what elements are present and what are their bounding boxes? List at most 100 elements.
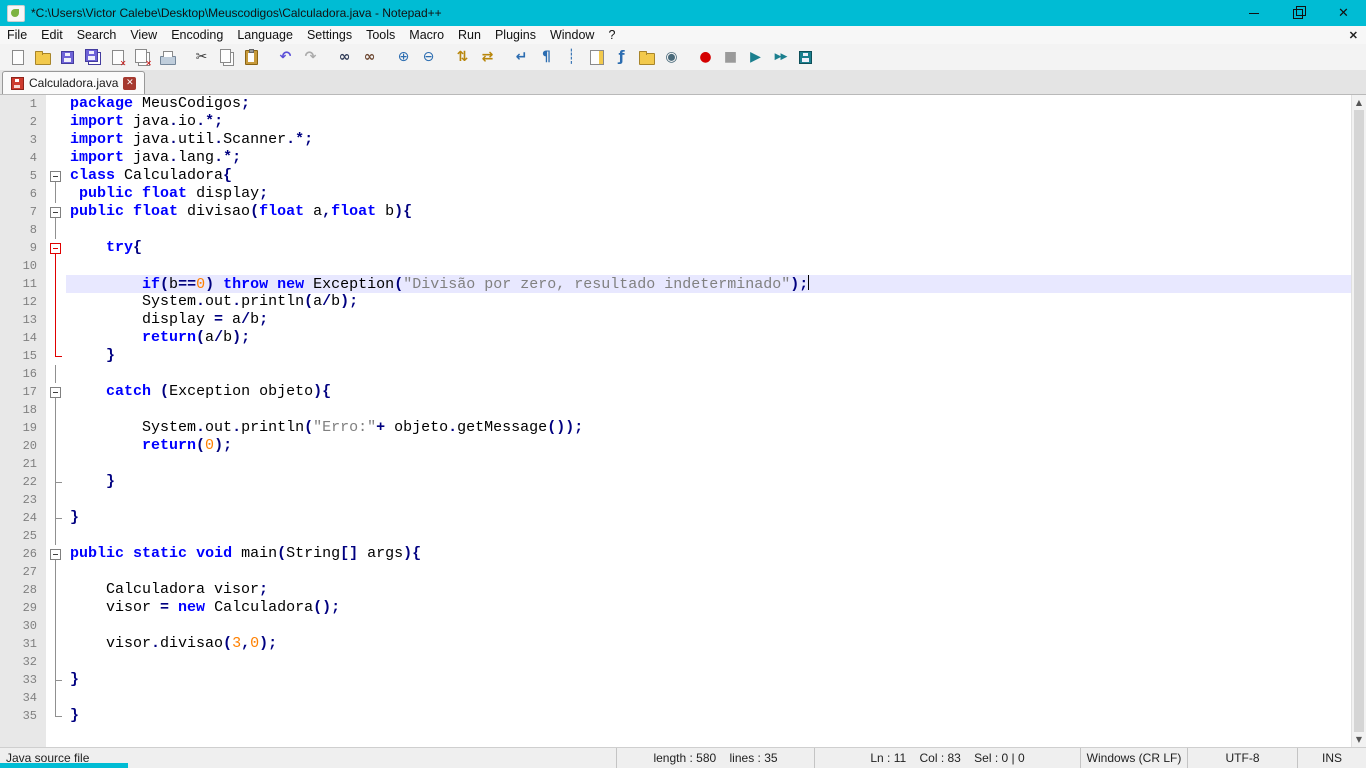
line-number[interactable]: 3 <box>0 131 46 149</box>
vertical-scrollbar[interactable]: ▲ ▼ <box>1351 95 1366 747</box>
line-number[interactable]: 25 <box>0 527 46 545</box>
line-number[interactable]: 9 <box>0 239 46 257</box>
code-text[interactable]: } <box>66 347 1366 365</box>
fold-toggle-icon[interactable] <box>46 383 66 401</box>
folder-as-workspace-icon[interactable] <box>635 46 658 68</box>
line-number[interactable]: 29 <box>0 599 46 617</box>
cut-icon[interactable]: ✂ <box>190 46 213 68</box>
code-text[interactable] <box>66 527 1366 545</box>
paste-icon[interactable] <box>240 46 263 68</box>
line-number[interactable]: 2 <box>0 113 46 131</box>
code-text[interactable]: } <box>66 509 1366 527</box>
code-text[interactable]: catch (Exception objeto){ <box>66 383 1366 401</box>
code-text[interactable]: try{ <box>66 239 1366 257</box>
open-folder-icon[interactable] <box>31 46 54 68</box>
sync-horizontal-scroll-icon[interactable]: ⇄ <box>476 46 499 68</box>
line-number[interactable]: 1 <box>0 95 46 113</box>
line-number[interactable]: 33 <box>0 671 46 689</box>
close-doc-icon[interactable] <box>106 46 129 68</box>
fold-toggle-icon[interactable] <box>46 545 66 563</box>
code-text[interactable]: display = a/b; <box>66 311 1366 329</box>
line-number[interactable]: 35 <box>0 707 46 725</box>
code-text[interactable]: public float display; <box>66 185 1366 203</box>
menu-tools[interactable]: Tools <box>359 28 402 42</box>
print-icon[interactable] <box>156 46 179 68</box>
copy-icon[interactable] <box>215 46 238 68</box>
code-text[interactable]: } <box>66 473 1366 491</box>
sync-vertical-scroll-icon[interactable]: ⇅ <box>451 46 474 68</box>
line-number[interactable]: 12 <box>0 293 46 311</box>
document-map-icon[interactable] <box>585 46 608 68</box>
scrollbar-thumb[interactable] <box>1354 110 1364 732</box>
line-number[interactable]: 16 <box>0 365 46 383</box>
status-eol-format[interactable]: Windows (CR LF) <box>1080 748 1187 768</box>
fold-toggle-icon[interactable] <box>46 167 66 185</box>
code-text[interactable] <box>66 563 1366 581</box>
code-text[interactable]: Calculadora visor; <box>66 581 1366 599</box>
code-text[interactable] <box>66 455 1366 473</box>
menu-language[interactable]: Language <box>230 28 300 42</box>
code-text[interactable] <box>66 617 1366 635</box>
line-number[interactable]: 26 <box>0 545 46 563</box>
code-text[interactable] <box>66 257 1366 275</box>
line-number[interactable]: 18 <box>0 401 46 419</box>
line-number[interactable]: 15 <box>0 347 46 365</box>
run-macro-multiple-icon[interactable]: ▶▶ <box>769 46 792 68</box>
menu-file[interactable]: File <box>0 28 34 42</box>
show-all-characters-icon[interactable]: ¶ <box>535 46 558 68</box>
line-number[interactable]: 24 <box>0 509 46 527</box>
fold-toggle-icon[interactable] <box>46 239 66 257</box>
line-number[interactable]: 17 <box>0 383 46 401</box>
code-text[interactable] <box>66 365 1366 383</box>
code-text[interactable]: return(0); <box>66 437 1366 455</box>
line-number[interactable]: 27 <box>0 563 46 581</box>
code-text[interactable]: package MeusCodigos; <box>66 95 1366 113</box>
code-text[interactable]: import java.lang.*; <box>66 149 1366 167</box>
code-text[interactable]: import java.util.Scanner.*; <box>66 131 1366 149</box>
code-text[interactable] <box>66 491 1366 509</box>
code-text[interactable]: import java.io.*; <box>66 113 1366 131</box>
menu-settings[interactable]: Settings <box>300 28 359 42</box>
line-number[interactable]: 22 <box>0 473 46 491</box>
line-number[interactable]: 34 <box>0 689 46 707</box>
code-text[interactable]: return(a/b); <box>66 329 1366 347</box>
line-number[interactable]: 10 <box>0 257 46 275</box>
new-file-icon[interactable] <box>6 46 29 68</box>
zoom-out-icon[interactable]: ⊖ <box>417 46 440 68</box>
menu-search[interactable]: Search <box>70 28 124 42</box>
menu-macro[interactable]: Macro <box>402 28 451 42</box>
status-typing-mode[interactable]: INS <box>1297 748 1366 768</box>
menu-edit[interactable]: Edit <box>34 28 70 42</box>
line-number[interactable]: 11 <box>0 275 46 293</box>
line-number[interactable]: 31 <box>0 635 46 653</box>
code-text[interactable]: if(b==0) throw new Exception("Divisão po… <box>66 275 1366 293</box>
code-text[interactable] <box>66 725 1366 747</box>
save-all-icon[interactable] <box>81 46 104 68</box>
menu-run[interactable]: Run <box>451 28 488 42</box>
fold-toggle-icon[interactable] <box>46 203 66 221</box>
zoom-in-icon[interactable]: ⊕ <box>392 46 415 68</box>
line-number[interactable]: 7 <box>0 203 46 221</box>
minimize-button[interactable] <box>1231 0 1276 26</box>
status-encoding[interactable]: UTF-8 <box>1187 748 1297 768</box>
menu-plugins[interactable]: Plugins <box>488 28 543 42</box>
line-number[interactable]: 32 <box>0 653 46 671</box>
line-number[interactable]: 23 <box>0 491 46 509</box>
code-text[interactable] <box>66 401 1366 419</box>
line-number[interactable]: 6 <box>0 185 46 203</box>
function-list-icon[interactable]: ƒ <box>610 46 633 68</box>
menu-view[interactable]: View <box>123 28 164 42</box>
code-text[interactable] <box>66 221 1366 239</box>
code-text[interactable]: visor.divisao(3,0); <box>66 635 1366 653</box>
tab-calculadora-java[interactable]: Calculadora.java ✕ <box>2 71 145 94</box>
line-number[interactable]: 21 <box>0 455 46 473</box>
save-macro-icon[interactable] <box>794 46 817 68</box>
line-number[interactable]: 4 <box>0 149 46 167</box>
line-number[interactable]: 30 <box>0 617 46 635</box>
code-text[interactable]: public static void main(String[] args){ <box>66 545 1366 563</box>
stop-macro-icon[interactable]: ■ <box>719 46 742 68</box>
menubar-close-icon[interactable]: ✕ <box>1349 29 1358 42</box>
line-number[interactable]: 8 <box>0 221 46 239</box>
line-number[interactable]: 5 <box>0 167 46 185</box>
line-number[interactable]: 14 <box>0 329 46 347</box>
